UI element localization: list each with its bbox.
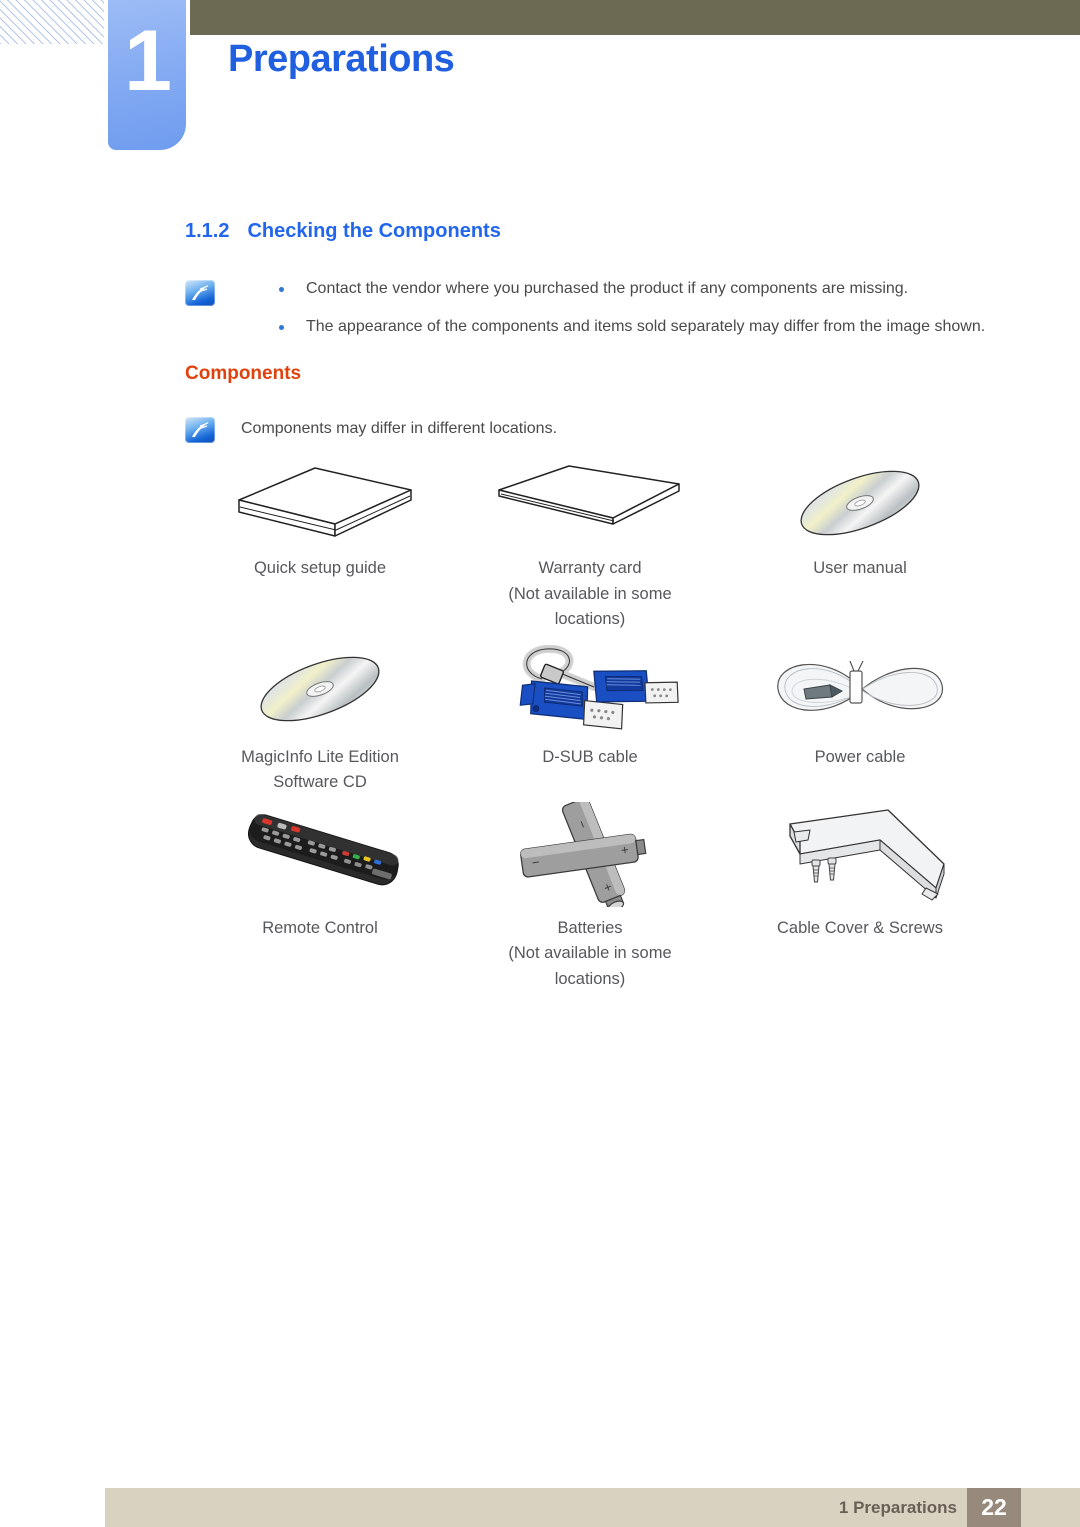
- component-label: Quick setup guide: [253, 559, 387, 577]
- component-item: − + − + Batteries (Not available in some…: [455, 800, 725, 993]
- card-icon: [493, 455, 688, 550]
- component-label: Cable Cover & Screws: [777, 918, 943, 937]
- component-item: User manual: [725, 455, 995, 633]
- note-block-top: Contact the vendor where you purchased t…: [185, 278, 1030, 337]
- footer-chapter-label: 1 Preparations: [838, 1498, 957, 1517]
- subsection-heading: Components: [185, 363, 302, 384]
- component-label: Power cable: [814, 747, 906, 766]
- components-row: Quick setup guide Warranty card (Not ava…: [185, 455, 995, 633]
- component-label: Warranty card (Not available in some loc…: [508, 559, 672, 629]
- component-item: MagicInfo Lite Edition Software CD: [185, 639, 455, 796]
- component-label: User manual: [813, 559, 907, 577]
- note-item-text: The appearance of the components and ite…: [306, 317, 986, 335]
- hatch-decoration: [0, 0, 104, 44]
- component-item: Cable Cover & Screws: [725, 800, 995, 993]
- component-item: Remote Control: [185, 800, 455, 993]
- dsub-cable-icon: [498, 639, 683, 739]
- note-item-text: Contact the vendor where you purchased t…: [306, 280, 909, 297]
- document-page: 1 Preparations 1.1.2 Checking the Compone…: [0, 0, 1080, 1527]
- component-item: Power cable: [725, 639, 995, 796]
- component-item: D-SUB cable: [455, 639, 725, 796]
- bullet-icon: [279, 287, 284, 292]
- header-bar: [190, 0, 1080, 35]
- cd-disc-icon: [245, 639, 395, 739]
- footer-page-number: 22: [967, 1488, 1021, 1527]
- chapter-tab: 1: [108, 0, 186, 150]
- component-item: Quick setup guide: [185, 455, 455, 633]
- remote-control-icon: [225, 800, 415, 910]
- bullet-icon: [279, 324, 284, 330]
- component-label: D-SUB cable: [542, 747, 638, 766]
- section-heading: 1.1.2 Checking the Components: [185, 220, 501, 243]
- booklet-icon: [223, 455, 418, 550]
- note-block-components: Components may differ in different locat…: [185, 415, 885, 443]
- cable-cover-screws-icon: [768, 800, 953, 910]
- components-grid: Quick setup guide Warranty card (Not ava…: [185, 455, 995, 993]
- components-row: Remote Control − + − + Batteries (Not av…: [185, 800, 995, 993]
- component-label: Remote Control: [262, 918, 378, 937]
- section-number: 1.1.2: [185, 220, 230, 242]
- component-label: Batteries (Not available in some locatio…: [508, 918, 672, 988]
- note-text: Components may differ in different locat…: [241, 420, 558, 437]
- chapter-title: Preparations: [228, 38, 455, 80]
- cd-disc-icon: [785, 455, 935, 550]
- component-item: Warranty card (Not available in some loc…: [455, 455, 725, 633]
- section-title: Checking the Components: [247, 220, 501, 242]
- note-icon: [185, 280, 215, 306]
- note-icon: [185, 417, 215, 443]
- note-item: Contact the vendor where you purchased t…: [279, 278, 985, 300]
- power-cable-icon: [768, 639, 953, 739]
- chapter-number: 1: [124, 13, 172, 109]
- batteries-icon: − + − +: [503, 800, 678, 910]
- components-row: MagicInfo Lite Edition Software CD D-SUB…: [185, 639, 995, 796]
- component-label: MagicInfo Lite Edition Software CD: [241, 747, 399, 792]
- note-item: The appearance of the components and ite…: [279, 316, 985, 338]
